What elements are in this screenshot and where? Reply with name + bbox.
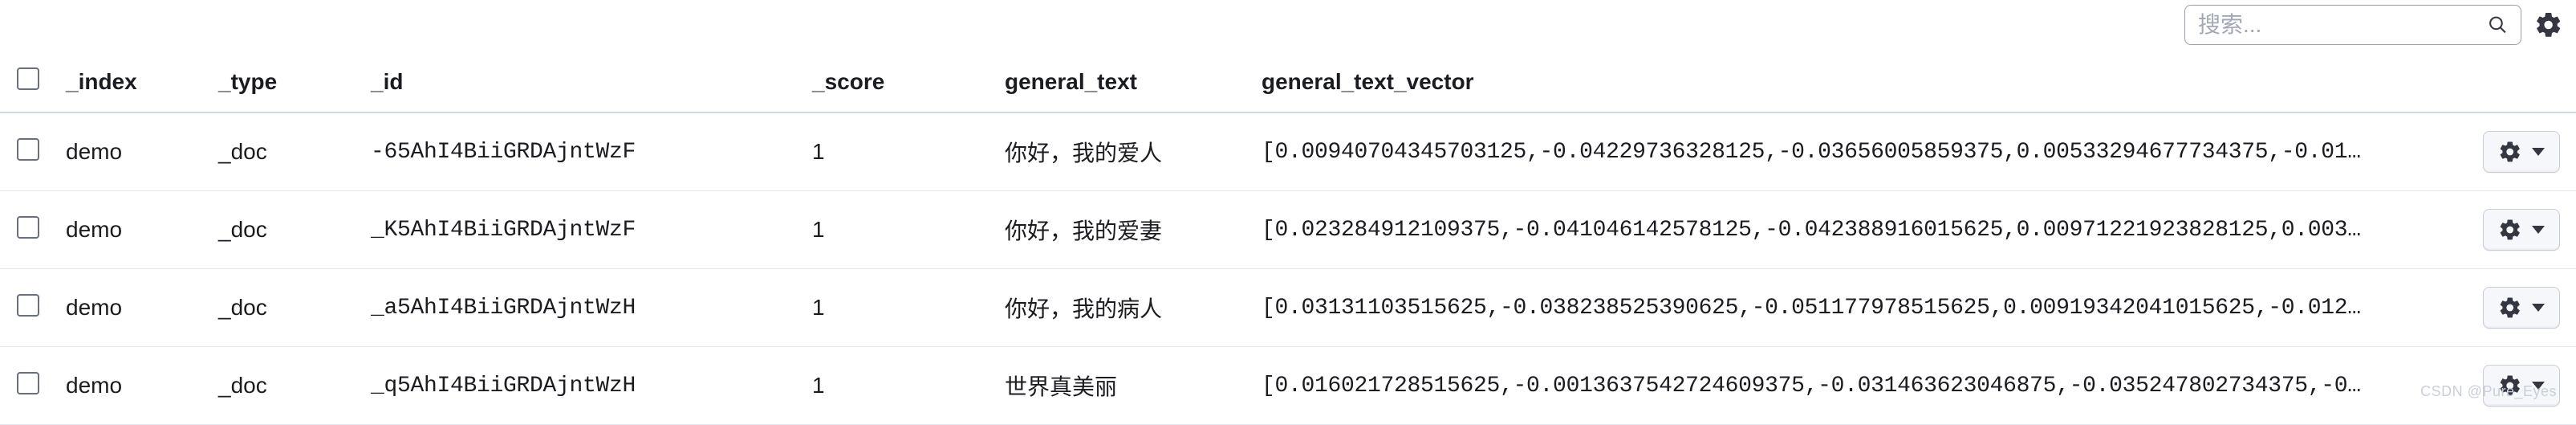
row-checkbox[interactable] bbox=[17, 138, 39, 161]
top-toolbar bbox=[0, 0, 2576, 55]
row-actions-button[interactable] bbox=[2483, 287, 2560, 329]
chevron-down-icon bbox=[2532, 148, 2545, 156]
cell-id: _a5AhI4BiiGRDAjntWzH bbox=[361, 269, 802, 347]
search-icon bbox=[2488, 12, 2508, 38]
search-box[interactable] bbox=[2184, 5, 2521, 45]
cell-type: _doc bbox=[209, 191, 361, 269]
select-all-checkbox[interactable] bbox=[17, 67, 39, 90]
gear-icon bbox=[2498, 218, 2522, 242]
row-checkbox[interactable] bbox=[17, 372, 39, 394]
search-input[interactable] bbox=[2198, 12, 2488, 38]
gear-icon[interactable] bbox=[2534, 10, 2563, 39]
cell-index: demo bbox=[56, 191, 209, 269]
col-header-id[interactable]: _id bbox=[361, 55, 802, 112]
chevron-down-icon bbox=[2532, 304, 2545, 312]
col-header-type[interactable]: _type bbox=[209, 55, 361, 112]
cell-vector: [0.00940704345703125,-0.04229736328125,-… bbox=[1252, 112, 2440, 191]
cell-vector: [0.023284912109375,-0.041046142578125,-0… bbox=[1252, 191, 2440, 269]
cell-score: 1 bbox=[802, 269, 995, 347]
cell-index: demo bbox=[56, 112, 209, 191]
cell-id: -65AhI4BiiGRDAjntWzF bbox=[361, 112, 802, 191]
cell-score: 1 bbox=[802, 112, 995, 191]
cell-id: _q5AhI4BiiGRDAjntWzH bbox=[361, 347, 802, 425]
cell-score: 1 bbox=[802, 347, 995, 425]
col-header-general-text-vector[interactable]: general_text_vector bbox=[1252, 55, 2440, 112]
row-actions-button[interactable] bbox=[2483, 209, 2560, 251]
col-header-index[interactable]: _index bbox=[56, 55, 209, 112]
gear-icon bbox=[2498, 296, 2522, 320]
cell-index: demo bbox=[56, 347, 209, 425]
row-actions-button[interactable] bbox=[2483, 131, 2560, 173]
cell-id: _K5AhI4BiiGRDAjntWzF bbox=[361, 191, 802, 269]
cell-vector: [0.03131103515625,-0.038238525390625,-0.… bbox=[1252, 269, 2440, 347]
cell-type: _doc bbox=[209, 269, 361, 347]
col-header-score[interactable]: _score bbox=[802, 55, 995, 112]
results-table: _index _type _id _score general_text gen… bbox=[0, 55, 2576, 425]
table-row: demo_doc_a5AhI4BiiGRDAjntWzH1你好，我的病人[0.0… bbox=[0, 269, 2576, 347]
cell-general-text: 你好，我的爱人 bbox=[995, 112, 1252, 191]
table-row: demo_doc_K5AhI4BiiGRDAjntWzF1你好，我的爱妻[0.0… bbox=[0, 191, 2576, 269]
cell-type: _doc bbox=[209, 112, 361, 191]
table-row: demo_doc-65AhI4BiiGRDAjntWzF1你好，我的爱人[0.0… bbox=[0, 112, 2576, 191]
chevron-down-icon bbox=[2532, 226, 2545, 234]
cell-general-text: 你好，我的病人 bbox=[995, 269, 1252, 347]
gear-icon bbox=[2498, 140, 2522, 164]
cell-type: _doc bbox=[209, 347, 361, 425]
cell-general-text: 你好，我的爱妻 bbox=[995, 191, 1252, 269]
cell-general-text: 世界真美丽 bbox=[995, 347, 1252, 425]
row-checkbox[interactable] bbox=[17, 216, 39, 239]
table-header-row: _index _type _id _score general_text gen… bbox=[0, 55, 2576, 112]
row-checkbox[interactable] bbox=[17, 294, 39, 317]
cell-index: demo bbox=[56, 269, 209, 347]
cell-score: 1 bbox=[802, 191, 995, 269]
cell-vector: [0.016021728515625,-0.001363754272460937… bbox=[1252, 347, 2440, 425]
table-row: demo_doc_q5AhI4BiiGRDAjntWzH1世界真美丽[0.016… bbox=[0, 347, 2576, 425]
col-header-general-text[interactable]: general_text bbox=[995, 55, 1252, 112]
watermark: CSDN @Pure_Eyes bbox=[2420, 383, 2557, 400]
